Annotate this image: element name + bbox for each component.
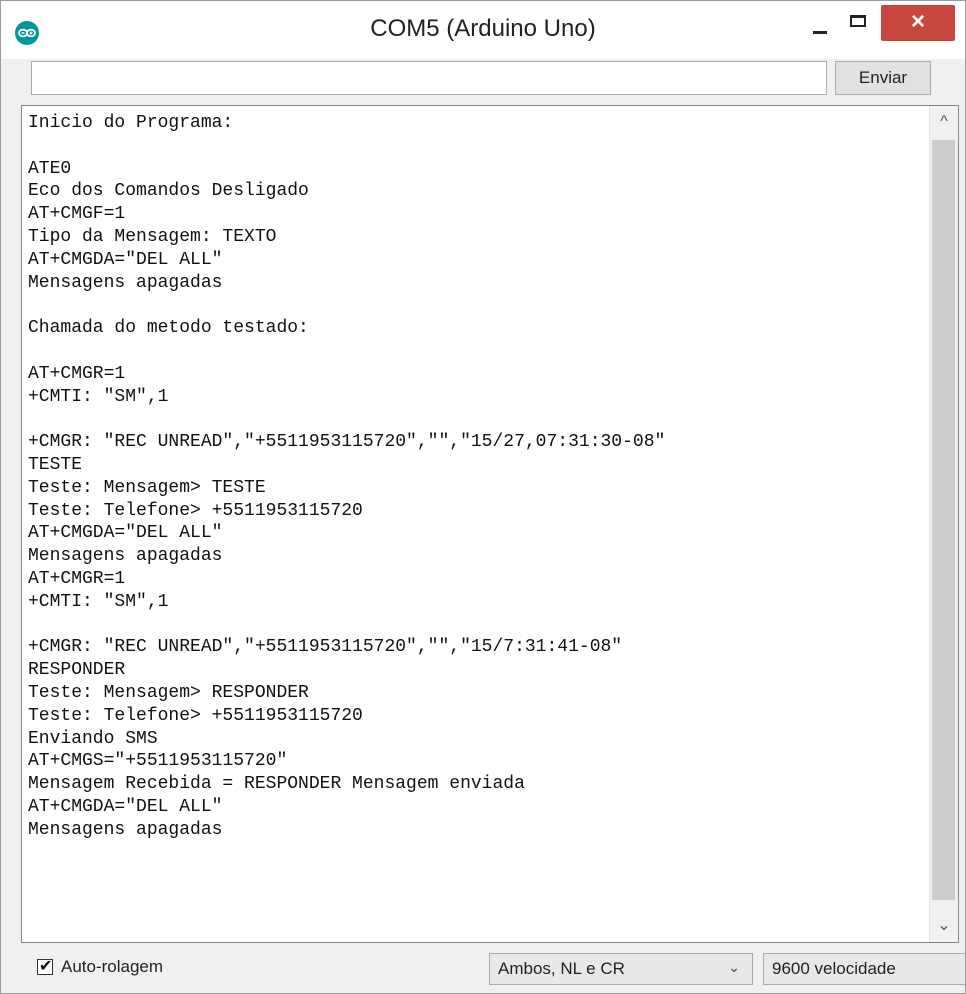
console-line: Eco dos Comandos Desligado	[28, 181, 309, 202]
scroll-up-icon[interactable]: ^	[930, 106, 958, 138]
console-line: +CMTI: "SM",1	[28, 591, 169, 612]
serial-output: Inicio do Programa: ATE0 Eco dos Comandos …	[21, 105, 959, 943]
console-line: AT+CMGR=1	[28, 363, 126, 384]
vertical-scrollbar[interactable]: ^ ⌄	[929, 106, 958, 942]
console-line: Mensagens apagadas	[28, 819, 223, 840]
console-line: ATE0	[28, 158, 72, 179]
console-line: Mensagens apagadas	[28, 546, 223, 567]
baud-rate-value: 9600 velocidade	[772, 959, 896, 978]
console-line: +CMGR: "REC UNREAD","+5511953115720","",…	[28, 637, 623, 658]
line-ending-select[interactable]: Ambos, NL e CR ⌄	[489, 953, 753, 985]
console-line: TESTE	[28, 454, 83, 475]
autoscroll-checkbox[interactable]: ✔	[37, 958, 53, 975]
chevron-down-icon: ⌄	[728, 959, 740, 975]
console-line: AT+CMGS="+5511953115720"	[28, 751, 288, 772]
console-line: AT+CMGDA="DEL ALL"	[28, 249, 223, 270]
console-line: AT+CMGF=1	[28, 204, 126, 225]
serial-output-lines: Inicio do Programa: ATE0 Eco dos Comandos …	[28, 112, 926, 842]
console-line: +CMTI: "SM",1	[28, 386, 169, 407]
autoscroll-label: Auto-rolagem	[61, 957, 164, 976]
baud-rate-select[interactable]: 9600 velocidade	[763, 953, 965, 985]
console-line: Inicio do Programa:	[28, 113, 234, 133]
console-line: Teste: Telefone> +5511953115720	[28, 705, 363, 726]
send-input[interactable]	[31, 61, 827, 95]
maximize-button[interactable]	[839, 9, 877, 45]
title-bar: COM5 (Arduino Uno) ×	[1, 1, 965, 59]
console-line: RESPONDER	[28, 660, 126, 681]
console-line: AT+CMGR=1	[28, 568, 126, 589]
autoscroll-toggle[interactable]: ✔ Auto-rolagem	[37, 957, 163, 977]
console-line: Teste: Mensagem> TESTE	[28, 477, 266, 498]
status-bar: ✔ Auto-rolagem Ambos, NL e CR ⌄ 9600 vel…	[1, 943, 965, 993]
scroll-down-icon[interactable]: ⌄	[930, 910, 958, 942]
console-line: Teste: Mensagem> RESPONDER	[28, 682, 309, 703]
checkmark-icon: ✔	[39, 958, 53, 975]
console-line: Chamada do metodo testado:	[28, 318, 309, 339]
minimize-button[interactable]	[801, 9, 839, 45]
console-line: Mensagem Recebida = RESPONDER Mensagem e…	[28, 774, 525, 795]
send-button[interactable]: Enviar	[835, 61, 931, 95]
console-line: AT+CMGDA="DEL ALL"	[28, 796, 223, 817]
serial-monitor-window: COM5 (Arduino Uno) × Enviar Inicio do Pr…	[0, 0, 966, 994]
console-line: Tipo da Mensagem: TEXTO	[28, 226, 277, 247]
line-ending-value: Ambos, NL e CR	[498, 959, 625, 978]
maximize-icon	[850, 15, 866, 27]
scroll-thumb[interactable]	[932, 140, 955, 900]
close-button[interactable]: ×	[881, 5, 955, 41]
console-line: Mensagens apagadas	[28, 272, 223, 293]
console-line: Teste: Telefone> +5511953115720	[28, 500, 363, 521]
console-line: +CMGR: "REC UNREAD","+5511953115720","",…	[28, 432, 666, 453]
close-icon: ×	[910, 8, 925, 35]
console-line: AT+CMGDA="DEL ALL"	[28, 523, 223, 544]
minimize-icon	[813, 31, 827, 34]
console-line: Enviando SMS	[28, 728, 158, 749]
